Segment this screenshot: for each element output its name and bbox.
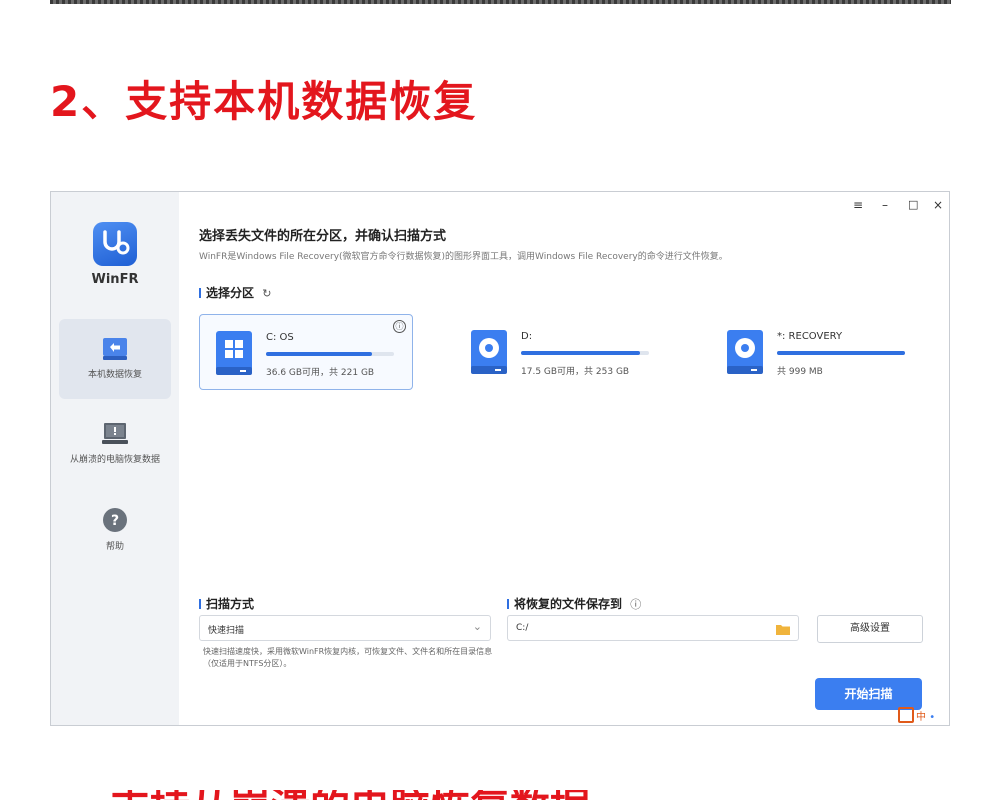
app-logo: WinFR: [51, 222, 179, 287]
save-path-value: C:/: [516, 623, 529, 633]
drive-usage-fill: [777, 351, 905, 355]
sidebar: WinFR 本机数据恢复 从崩溃的电脑恢复数据 ? 帮助: [51, 192, 179, 725]
info-icon[interactable]: ⓘ: [393, 320, 406, 333]
save-to-label-text: 将恢复的文件保存到: [514, 597, 623, 611]
drive-card-recovery[interactable]: *: RECOVERY 共 999 MB: [711, 314, 925, 390]
save-to-label: 将恢复的文件保存到 ⓘ: [507, 595, 641, 612]
drive-usage-bar: [266, 352, 394, 356]
drive-card-c[interactable]: C: OS 36.6 GB可用，共 221 GB ⓘ: [199, 314, 413, 390]
top-image-strip: [50, 0, 951, 4]
partition-label-text: 选择分区: [206, 286, 255, 300]
scan-mode-value: 快速扫描: [208, 626, 245, 636]
start-scan-button[interactable]: 开始扫描: [815, 678, 922, 710]
drive-usage-fill: [266, 352, 373, 356]
partition-section-label: 选择分区 ↻: [199, 284, 271, 301]
app-name: WinFR: [91, 272, 139, 287]
drive-size: 共 999 MB: [777, 367, 823, 377]
sidebar-item-label: 本机数据恢复: [87, 370, 142, 380]
drive-name: *: RECOVERY: [777, 331, 843, 342]
winfr-logo-icon: [93, 222, 137, 266]
scan-mode-description: 快速扫描速度快，采用微软WinFR恢复内核，可恢复文件、文件名和所在目录信息（仅…: [203, 647, 493, 668]
drive-usage-bar: [521, 351, 649, 355]
section-bar: [199, 599, 201, 609]
drive-name: C: OS: [266, 332, 294, 343]
chevron-down-icon: ⌄: [472, 620, 482, 633]
ime-text: 中: [916, 712, 926, 723]
drive-usage-bar: [777, 351, 905, 355]
disk-drive-icon: [471, 330, 507, 374]
sidebar-item-label: 帮助: [105, 542, 124, 552]
main-panel: 选择丢失文件的所在分区，并确认扫描方式 WinFR是Windows File R…: [179, 192, 949, 725]
crashed-computer-icon: [102, 423, 128, 444]
refresh-icon[interactable]: ↻: [262, 287, 271, 300]
ime-indicator: 中 •: [898, 707, 935, 723]
main-title: 选择丢失文件的所在分区，并确认扫描方式: [199, 229, 447, 244]
folder-icon[interactable]: [776, 623, 790, 635]
help-icon: ?: [103, 508, 127, 532]
svg-text:?: ?: [111, 513, 119, 529]
drive-name: D:: [521, 331, 533, 342]
scan-mode-label: 扫描方式: [199, 595, 254, 612]
sidebar-item-label: 从崩溃的电脑恢复数据: [69, 455, 160, 465]
sidebar-item-local-recovery[interactable]: 本机数据恢复: [59, 319, 171, 399]
ime-logo-icon: [898, 707, 914, 723]
scan-mode-select[interactable]: 快速扫描 ⌄: [199, 615, 491, 641]
sidebar-item-crashed-pc[interactable]: 从崩溃的电脑恢复数据: [59, 412, 171, 482]
main-description: WinFR是Windows File Recovery(微软官方命令行数据恢复)…: [199, 252, 728, 262]
next-heading-partial: 支持从崩溃的电脑恢复数据: [110, 790, 590, 800]
scan-mode-label-text: 扫描方式: [206, 597, 255, 611]
return-arrow-icon: [103, 338, 127, 360]
app-window: WinFR 本机数据恢复 从崩溃的电脑恢复数据 ? 帮助 ≡ – □ × 选择丢…: [50, 191, 950, 726]
drive-size: 36.6 GB可用，共 221 GB: [266, 368, 375, 378]
info-icon[interactable]: ⓘ: [630, 598, 641, 611]
advanced-settings-button[interactable]: 高级设置: [817, 615, 923, 643]
sidebar-item-help[interactable]: ? 帮助: [59, 497, 171, 567]
section-bar: [199, 288, 201, 298]
page-heading: 2、支持本机数据恢复: [50, 77, 478, 126]
save-path-input[interactable]: C:/: [507, 615, 799, 641]
drive-usage-fill: [521, 351, 641, 355]
drive-size: 17.5 GB可用，共 253 GB: [521, 367, 630, 377]
section-bar: [507, 599, 509, 609]
disk-drive-icon: [727, 330, 763, 374]
windows-drive-icon: [216, 331, 252, 375]
drive-card-d[interactable]: D: 17.5 GB可用，共 253 GB: [455, 314, 669, 390]
